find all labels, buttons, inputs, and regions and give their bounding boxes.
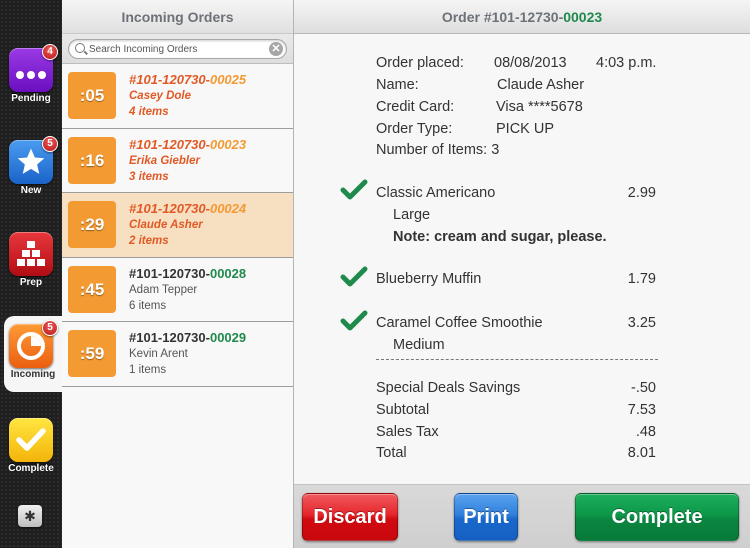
order-number: #101-120730-00024 [129, 201, 247, 216]
item-count: 6 items [129, 299, 167, 312]
order-placed-row: Order placed: 08/08/2013 4:03 p.m. [376, 52, 656, 74]
total-row-tax: Sales Tax .48 [376, 424, 656, 440]
stacked-blocks-icon [9, 232, 53, 276]
pending-count-badge: 4 [42, 44, 58, 60]
totals-divider [376, 359, 658, 360]
line-item: Caramel Coffee Smoothie 3.25 Medium [376, 312, 656, 356]
order-row-selected[interactable]: :29 #101-120730-00024 Claude Asher 2 ite… [62, 193, 293, 258]
item-note: Note: cream and sugar, please. [393, 229, 607, 245]
order-number: #101-120730-00025 [129, 72, 247, 87]
customer-name: Kevin Arent [129, 348, 188, 360]
item-count: 2 items [129, 235, 169, 247]
customer-name: Casey Dole [129, 90, 192, 102]
checkmark-icon[interactable] [340, 265, 368, 289]
item-size: Large [393, 207, 431, 223]
order-detail-title: Order #101-12730-00023 [294, 0, 750, 34]
search-bar: ✕ [62, 34, 293, 64]
order-row[interactable]: :59 #101-120730-00029 Kevin Arent 1 item… [62, 322, 293, 387]
order-row[interactable]: :05 #101-120730-00025 Casey Dole 4 items [62, 64, 293, 129]
clear-search-button[interactable]: ✕ [269, 42, 283, 56]
sidebar-item-incoming[interactable]: 5 Incoming [4, 316, 62, 392]
checkmark-icon [9, 418, 53, 462]
item-count-value: 3 [491, 142, 500, 158]
search-input[interactable] [89, 40, 264, 58]
order-time: 4:03 p.m. [596, 55, 657, 71]
order-number: #101-120730-00029 [129, 330, 247, 345]
item-name: Blueberry Muffin [376, 271, 482, 287]
customer-name-row: Name: Claude Asher [376, 74, 584, 96]
total-row-subtotal: Subtotal 7.53 [376, 402, 656, 418]
order-date: 08/08/2013 [494, 55, 567, 71]
order-timer: :45 [68, 265, 116, 313]
sidebar-item-label: Pending [11, 93, 51, 104]
search-icon [75, 43, 85, 53]
complete-button[interactable]: Complete [575, 493, 739, 541]
order-row[interactable]: :45 #101-120730-00028 Adam Tepper 6 item… [62, 257, 293, 322]
customer-name-value: Claude Asher [497, 77, 585, 93]
line-item: Blueberry Muffin 1.79 [376, 268, 656, 290]
item-price: 2.99 [627, 185, 656, 201]
sidebar-item-label: New [20, 185, 42, 196]
item-count: 3 items [129, 170, 169, 183]
line-item: Classic Americano 2.99 Large Note: cream… [376, 182, 656, 248]
total-row-savings: Special Deals Savings -.50 [376, 380, 656, 396]
customer-name: Erika Giebler [129, 154, 200, 167]
app: 4 Pending 5 New Prep 5 Incoming Complete… [0, 0, 750, 548]
item-price: 1.79 [627, 271, 656, 287]
total-row-total: Total 8.01 [376, 445, 656, 461]
credit-card-value: Visa ****5678 [496, 99, 583, 115]
sidebar-item-label: Complete [8, 463, 54, 474]
settings-button[interactable]: ✱ [18, 505, 42, 527]
sidebar-item-complete[interactable]: Complete [0, 410, 62, 486]
order-timer: :59 [68, 330, 116, 377]
checkmark-icon[interactable] [340, 309, 368, 333]
sidebar-item-label: Prep [19, 277, 43, 288]
gear-icon: ✱ [24, 507, 36, 524]
order-type-row: Order Type: PICK UP [376, 118, 554, 140]
item-count: 1 items [129, 364, 167, 376]
item-count: 4 items [129, 106, 169, 118]
item-count-row: Number of Items: 3 [376, 142, 500, 158]
print-button[interactable]: Print [454, 493, 518, 541]
order-row[interactable]: :16 #101-120730-00023 Erika Giebler 3 it… [62, 128, 293, 193]
new-count-badge: 5 [42, 136, 58, 152]
customer-name: Claude Asher [129, 219, 203, 231]
order-timer: :05 [68, 72, 116, 119]
order-number: #101-120730-00028 [129, 265, 247, 281]
item-name: Classic Americano [376, 185, 496, 201]
orders-list-pane: Incoming Orders ✕ :05 #101-120730-00025 … [62, 0, 294, 548]
action-bar: Discard Print Complete [294, 484, 750, 548]
customer-name: Adam Tepper [129, 283, 198, 296]
sidebar-item-new[interactable]: 5 New [0, 132, 62, 208]
search-field: ✕ [68, 39, 287, 59]
item-size: Medium [393, 337, 445, 353]
sidebar-item-prep[interactable]: Prep [0, 224, 62, 300]
checkmark-icon[interactable] [340, 178, 368, 202]
order-type-value: PICK UP [496, 121, 555, 137]
sidebar-item-pending[interactable]: 4 Pending [0, 40, 62, 116]
item-price: 3.25 [627, 315, 656, 331]
credit-card-row: Credit Card: Visa ****5678 [376, 96, 583, 118]
sidebar-item-label: Incoming [10, 369, 56, 380]
order-timer: :29 [68, 201, 116, 248]
incoming-count-badge: 5 [42, 320, 58, 336]
discard-button[interactable]: Discard [302, 493, 398, 541]
item-name: Caramel Coffee Smoothie [376, 315, 543, 331]
orders-pane-title: Incoming Orders [62, 0, 293, 34]
order-timer: :16 [68, 136, 116, 184]
order-detail-pane: Order #101-12730-00023 Order placed: 08/… [294, 0, 750, 548]
order-number: #101-120730-00023 [129, 136, 247, 152]
sidebar: 4 Pending 5 New Prep 5 Incoming Complete… [0, 0, 62, 548]
